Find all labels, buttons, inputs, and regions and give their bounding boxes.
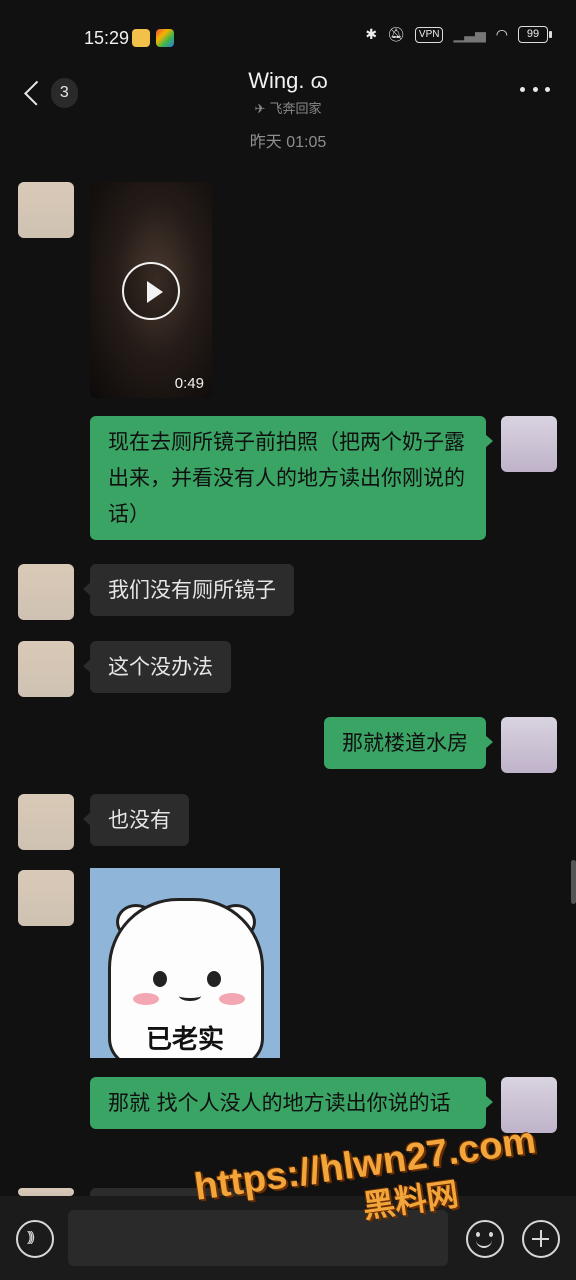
scrollbar[interactable] xyxy=(571,860,576,904)
contact-avatar[interactable] xyxy=(18,1188,74,1196)
dot-icon xyxy=(532,86,538,92)
received-message[interactable]: 我们没有厕所镜子 xyxy=(83,564,294,616)
plus-icon[interactable] xyxy=(522,1220,560,1258)
sticker-cheek xyxy=(219,993,245,1005)
sticker-caption: 已老实 xyxy=(145,1025,224,1055)
battery-indicator: 99 xyxy=(518,26,552,43)
sticker-mouth xyxy=(179,991,201,1001)
status-time: 15:29 xyxy=(84,28,130,48)
received-message[interactable]: 也没有 xyxy=(83,794,189,846)
sent-message[interactable]: 那就 找个人没人的地方读出你说的话 xyxy=(90,1077,493,1129)
plane-icon: ✈ xyxy=(254,102,266,117)
contact-avatar[interactable] xyxy=(18,564,74,620)
emoji-icon[interactable] xyxy=(466,1220,504,1258)
self-avatar[interactable] xyxy=(501,416,557,472)
self-avatar[interactable] xyxy=(501,717,557,773)
status-right: ✱ 🔕︎ VPN ▁▃▅ ◠ 99 xyxy=(365,26,552,43)
sticker-cheek xyxy=(133,993,159,1005)
sent-message[interactable]: 那就楼道水房 xyxy=(324,717,493,769)
video-duration: 0:49 xyxy=(174,375,204,392)
video-message[interactable]: 0:49 xyxy=(90,182,212,398)
wifi-icon: ◠ xyxy=(495,26,508,43)
contact-status-text: 飞奔回家 xyxy=(269,102,322,117)
voice-input-icon[interactable] xyxy=(16,1220,54,1258)
dot-icon xyxy=(545,86,550,92)
app-store-icon xyxy=(156,29,174,47)
sticker-eye xyxy=(153,971,167,987)
sticker-message[interactable]: 已老实 xyxy=(90,868,280,1058)
more-options-button[interactable] xyxy=(520,82,550,96)
signal-icon: ▁▃▅ xyxy=(453,26,486,43)
contact-avatar[interactable] xyxy=(18,794,74,850)
received-message[interactable]: 这个没办法 xyxy=(83,641,231,693)
contact-status: ✈ 飞奔回家 xyxy=(0,98,576,117)
chat-timestamp: 昨天 01:05 xyxy=(249,134,327,151)
status-bar: 15:29 ✱ 🔕︎ VPN ▁▃▅ ◠ 99 xyxy=(0,0,576,60)
sent-message[interactable]: 现在去厕所镜子前拍照（把两个奶子露出来，并看没有人的地方读出你刚说的话） xyxy=(90,416,493,540)
contact-avatar[interactable] xyxy=(18,182,74,238)
contact-avatar[interactable] xyxy=(18,870,74,926)
bluetooth-icon: ✱ xyxy=(365,26,378,43)
contact-name[interactable]: Wing. ɷ xyxy=(0,68,576,94)
sticker-eye xyxy=(207,971,221,987)
mute-icon: 🔕︎ xyxy=(387,26,405,43)
play-icon[interactable] xyxy=(122,262,180,320)
weibo-icon xyxy=(132,29,150,47)
dot-icon xyxy=(520,86,525,92)
contact-avatar[interactable] xyxy=(18,641,74,697)
vpn-badge: VPN xyxy=(414,26,444,43)
